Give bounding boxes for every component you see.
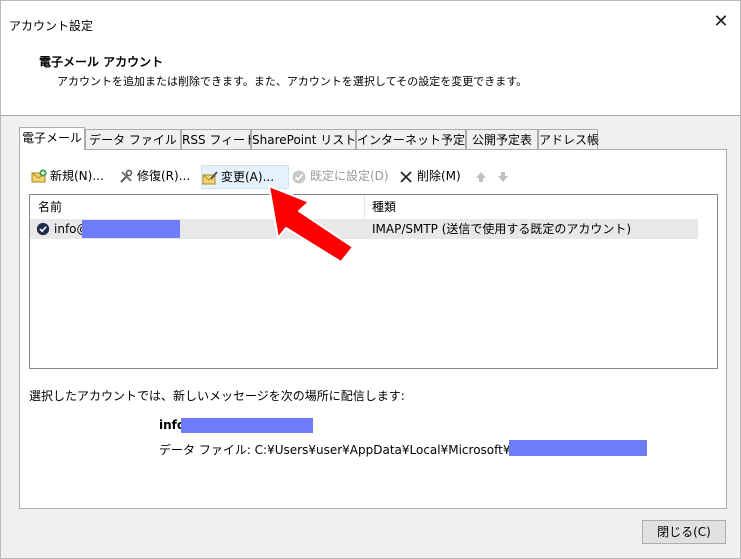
tab-sharepoint-lists[interactable]: SharePoint リスト <box>251 129 356 149</box>
close-button[interactable]: 閉じる(C) <box>642 520 726 544</box>
tab-published-calendars[interactable]: 公開予定表 <box>466 129 538 149</box>
set-default-button-label: 既定に設定(D) <box>310 169 389 183</box>
move-up-button[interactable] <box>473 165 492 187</box>
account-row[interactable]: info@ IMAP/SMTP (送信で使用する既定のアカウント) <box>30 219 698 239</box>
tab-data-files[interactable]: データ ファイル <box>85 129 181 149</box>
dialog-header: 電子メール アカウント アカウントを追加または削除できます。また、アカウントを選… <box>1 45 740 116</box>
delete-button[interactable]: 削除(M) <box>398 165 461 187</box>
new-button[interactable]: 新規(N)... <box>31 165 104 187</box>
account-list[interactable]: 名前 種類 info@ IMAP/SMTP (送信で使用する既定のアカウント) <box>29 194 718 369</box>
tab-email[interactable]: 電子メール <box>19 127 85 150</box>
account-settings-dialog: アカウント設定 ✕ 電子メール アカウント アカウントを追加または削除できます。… <box>0 0 741 559</box>
title-bar: アカウント設定 ✕ <box>1 1 740 45</box>
arrow-down-icon <box>498 171 508 182</box>
redaction-block <box>82 220 180 238</box>
account-type: IMAP/SMTP (送信で使用する既定のアカウント) <box>372 222 632 236</box>
header-title: 電子メール アカウント <box>39 55 164 69</box>
arrow-up-icon <box>476 171 486 182</box>
column-header-name[interactable]: 名前 <box>38 195 62 219</box>
column-divider <box>364 195 365 219</box>
tab-rss-feeds[interactable]: RSS フィード <box>181 129 257 149</box>
redaction-block <box>509 440 647 456</box>
change-account-icon <box>202 170 218 184</box>
repair-button[interactable]: 修復(R)... <box>118 165 190 187</box>
delivery-description: 選択したアカウントでは、新しいメッセージを次の場所に配信します: <box>29 389 405 403</box>
change-button-label: 変更(A)... <box>221 170 275 184</box>
new-button-label: 新規(N)... <box>50 169 104 183</box>
delete-button-label: 削除(M) <box>417 169 461 183</box>
tools-icon <box>120 169 133 183</box>
annotation-arrow <box>268 185 354 263</box>
new-account-icon <box>31 169 47 182</box>
window-title: アカウント設定 <box>9 19 94 33</box>
repair-button-label: 修復(R)... <box>137 169 191 183</box>
tab-address-books[interactable]: アドレス帳 <box>538 129 599 149</box>
close-icon[interactable]: ✕ <box>710 11 732 33</box>
delete-x-icon <box>400 170 412 183</box>
default-account-check-icon <box>36 222 50 236</box>
column-header-type[interactable]: 種類 <box>372 195 396 219</box>
header-description: アカウントを追加または削除できます。また、アカウントを選択してその設定を変更でき… <box>57 75 528 88</box>
delivery-data-file: データ ファイル: C:¥Users¥user¥AppData¥Local¥Mi… <box>159 443 543 457</box>
checkmark-circle-icon <box>292 170 306 183</box>
tab-internet-calendars[interactable]: インターネット予定表 <box>356 129 477 149</box>
move-down-button[interactable] <box>495 165 514 187</box>
redaction-block <box>181 418 313 433</box>
